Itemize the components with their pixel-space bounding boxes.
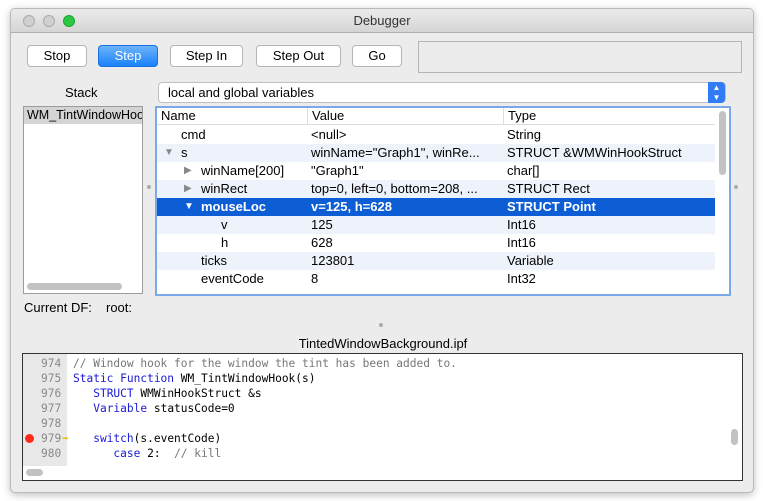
current-line-arrow-icon: ➡ [62, 432, 69, 445]
code-v-scrollbar[interactable] [731, 429, 738, 445]
stack-scrollbar[interactable] [27, 283, 122, 290]
cell-value: 8 [311, 271, 319, 286]
disclosure-collapsed-icon[interactable]: ▶ [184, 180, 192, 198]
line-number: 979 [41, 432, 62, 445]
table-row[interactable]: ▶ winRect top=0, left=0, bottom=208, ... ST… [157, 180, 715, 198]
cell-name: h [221, 235, 229, 250]
cell-value: winName="Graph1", winRe... [311, 145, 480, 160]
cell-value: <null> [311, 127, 347, 142]
cell-value: v=125, h=628 [311, 199, 392, 214]
cell-type: STRUCT Point [507, 199, 596, 214]
table-row[interactable]: ticks 123801 Variable [157, 252, 715, 270]
line-number: 977 [41, 402, 62, 415]
column-header-name[interactable]: Name [157, 108, 196, 124]
status-field [418, 41, 742, 73]
line-text: Static Function WM_TintWindowHook(s) [73, 372, 316, 385]
chevron-updown-icon: ▲ ▼ [708, 82, 725, 103]
source-code-view[interactable]: 974 // Window hook for the window the tin… [22, 353, 743, 481]
cell-type: Int32 [507, 271, 536, 286]
breakpoint-icon[interactable] [25, 434, 34, 443]
stack-list[interactable]: WM_TintWindowHook [23, 106, 143, 294]
go-button[interactable]: Go [352, 45, 402, 67]
zoom-button[interactable] [63, 15, 75, 27]
code-line[interactable]: 979 ➡ switch(s.eventCode) [23, 431, 723, 446]
line-text: case 2: // kill [113, 447, 222, 460]
cell-type: String [507, 127, 541, 142]
disclosure-expanded-icon[interactable]: ▼ [184, 198, 194, 216]
line-text: // Window hook for the window the tint h… [73, 357, 457, 370]
cell-name: s [181, 145, 188, 160]
stack-label: Stack [65, 85, 98, 100]
cell-name: winRect [201, 181, 248, 196]
cell-value: 123801 [311, 253, 355, 268]
line-number: 974 [41, 357, 62, 370]
line-number: 978 [41, 417, 62, 430]
variables-table[interactable]: Name Value Type cmd <null> String ▼ s winName… [155, 106, 731, 296]
step-out-button[interactable]: Step Out [256, 45, 341, 67]
column-header-value[interactable]: Value [307, 108, 344, 124]
cell-name: eventCode [201, 271, 264, 286]
cell-name: ticks [201, 253, 227, 268]
cell-type: STRUCT Rect [507, 181, 590, 196]
cell-type: Int16 [507, 235, 536, 250]
current-df-label: Current DF: [24, 300, 92, 315]
scope-select[interactable]: local and global variables ▲ ▼ [158, 82, 726, 103]
table-row[interactable]: v 125 Int16 [157, 216, 715, 234]
step-button[interactable]: Step [98, 45, 158, 67]
cell-value: "Graph1" [311, 163, 364, 178]
cell-value: top=0, left=0, bottom=208, ... [311, 181, 478, 196]
table-row[interactable]: ▶ winName[200] "Graph1" char[] [157, 162, 715, 180]
table-row[interactable]: ▼ s winName="Graph1", winRe... STRUCT &WMWi… [157, 144, 715, 162]
line-text: switch(s.eventCode) [93, 432, 222, 445]
cell-name: mouseLoc [201, 199, 267, 214]
code-line[interactable]: 980 case 2: // kill [23, 446, 723, 461]
disclosure-collapsed-icon[interactable]: ▶ [184, 162, 192, 180]
step-in-button[interactable]: Step In [170, 45, 243, 67]
column-header-type[interactable]: Type [503, 108, 536, 124]
code-h-scrollbar[interactable] [26, 469, 43, 476]
window-title: Debugger [353, 13, 411, 28]
cell-type: char[] [507, 163, 540, 178]
cell-value: 628 [311, 235, 333, 250]
code-line[interactable]: 976 STRUCT WMWinHookStruct &s [23, 386, 723, 401]
splitter-handle[interactable] [379, 323, 383, 327]
line-text: STRUCT WMWinHookStruct &s [93, 387, 262, 400]
source-filename: TintedWindowBackground.ipf [298, 336, 468, 351]
cell-type: STRUCT &WMWinHookStruct [507, 145, 682, 160]
splitter-handle[interactable] [734, 185, 738, 189]
line-number: 975 [41, 372, 62, 385]
stack-item[interactable]: WM_TintWindowHook [24, 107, 142, 124]
close-button[interactable] [23, 15, 35, 27]
cell-name: v [221, 217, 228, 232]
cell-type: Int16 [507, 217, 536, 232]
debugger-window: Debugger Stop Step Step In Step Out Go S… [10, 8, 754, 493]
splitter-handle[interactable] [147, 185, 151, 189]
table-scrollbar[interactable] [719, 111, 726, 175]
code-line[interactable]: 974 // Window hook for the window the tin… [23, 356, 723, 371]
code-line[interactable]: 975 Static Function WM_TintWindowHook(s) [23, 371, 723, 386]
table-row[interactable]: h 628 Int16 [157, 234, 715, 252]
cell-name: cmd [181, 127, 206, 142]
table-row[interactable]: ▼ mouseLoc v=125, h=628 STRUCT Point [157, 198, 715, 216]
title-bar: Debugger [11, 9, 753, 33]
code-line[interactable]: 977 Variable statusCode=0 [23, 401, 723, 416]
stop-button[interactable]: Stop [27, 45, 87, 67]
cell-type: Variable [507, 253, 554, 268]
minimize-button[interactable] [43, 15, 55, 27]
line-number: 976 [41, 387, 62, 400]
code-line[interactable]: 978 [23, 416, 723, 431]
table-row[interactable]: eventCode 8 Int32 [157, 270, 715, 288]
table-header: Name Value Type [157, 108, 715, 125]
disclosure-expanded-icon[interactable]: ▼ [164, 144, 174, 162]
cell-name: winName[200] [201, 163, 285, 178]
scope-select-value: local and global variables [168, 85, 314, 100]
line-text: Variable statusCode=0 [93, 402, 235, 415]
line-number: 980 [41, 447, 62, 460]
current-df-value: root: [106, 300, 133, 315]
cell-value: 125 [311, 217, 333, 232]
table-row[interactable]: cmd <null> String [157, 126, 715, 144]
